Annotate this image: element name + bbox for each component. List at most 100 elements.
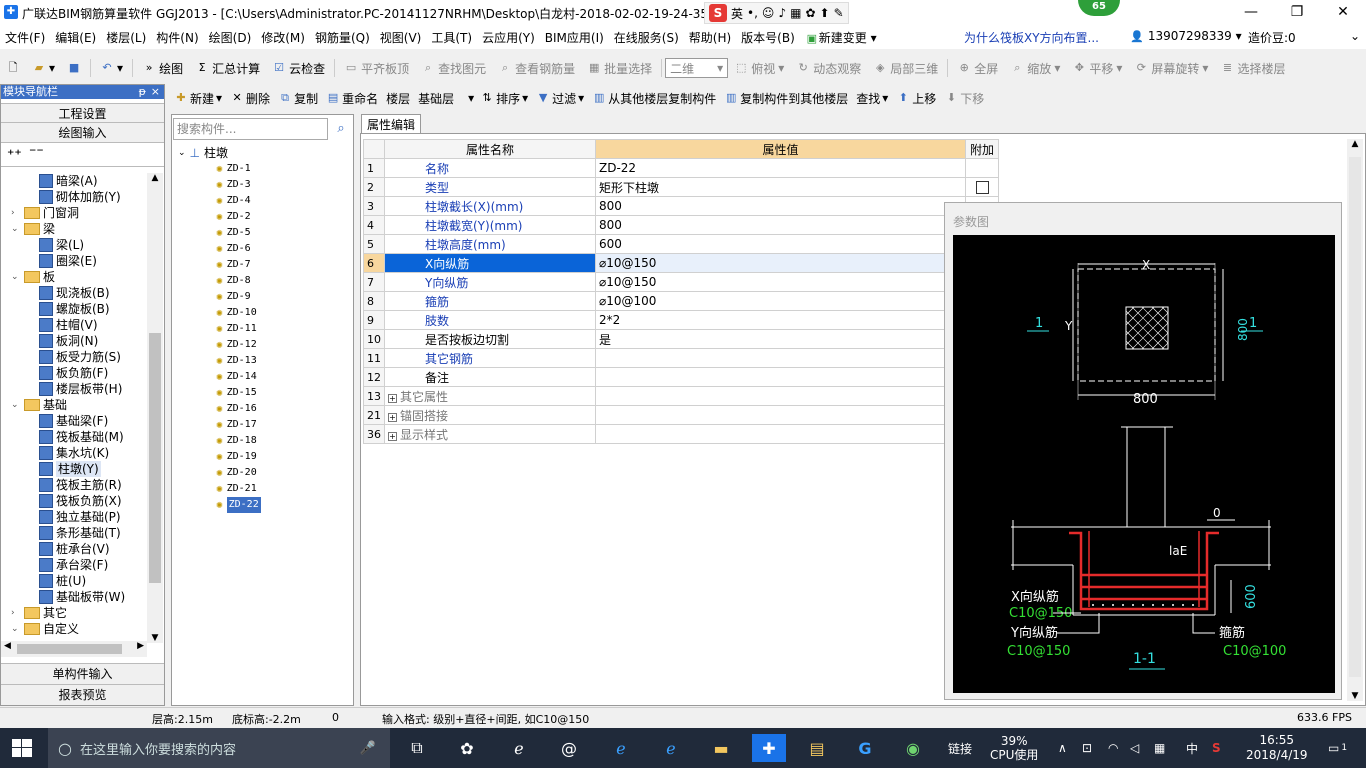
new-component-button[interactable]: ✚ 新建 ▾ (170, 90, 226, 107)
nav-tree-item[interactable]: 基础板带(W) (39, 589, 125, 605)
menu-new-change[interactable]: ▣ 新建变更 ▾ (800, 29, 882, 46)
move-up-button[interactable]: ⬆ 上移 (892, 90, 940, 107)
nav-tree-item[interactable]: 梁(L) (39, 237, 84, 253)
search-icon[interactable]: ⌕ (330, 118, 352, 140)
nav-tree-item[interactable]: 桩(U) (39, 573, 86, 589)
nav-tree-item[interactable]: 圈梁(E) (39, 253, 97, 269)
property-row[interactable]: 3 柱墩截长(X)(mm) 800 (363, 196, 999, 216)
property-row[interactable]: 13 + 其它属性 (363, 386, 999, 406)
keyboard-icon[interactable]: ▦ (790, 6, 801, 20)
nav-tree-item[interactable]: ⌄ 梁 (11, 221, 55, 237)
menu-online[interactable]: 在线服务(S) (609, 29, 684, 46)
nav-tree-item[interactable]: 筏板负筋(X) (39, 493, 122, 509)
chevron-down-icon[interactable]: ⌄ (11, 397, 21, 413)
property-value-cell[interactable]: 800 (595, 196, 966, 216)
property-value-cell[interactable] (595, 348, 966, 368)
property-row[interactable]: 36 + 显示样式 (363, 424, 999, 444)
property-value-cell[interactable] (595, 386, 966, 406)
single-input-button[interactable]: 单构件输入 (1, 663, 164, 684)
chevron-down-icon[interactable]: ⌄ (11, 269, 21, 285)
property-row[interactable]: 7 Y向纵筋 ⌀10@150 (363, 272, 999, 292)
taskbar-search-input[interactable]: ○ 在这里输入你要搜索的内容 🎤 (48, 728, 390, 768)
menu-floor[interactable]: 楼层(L) (101, 29, 151, 46)
nav-tree-item[interactable]: 柱帽(V) (39, 317, 98, 333)
report-preview-button[interactable]: 报表预览 (1, 684, 164, 705)
component-item[interactable]: ✺ ZD-3 (216, 177, 251, 193)
ime-lang[interactable]: 英 (731, 5, 743, 22)
pan-button[interactable]: ✥ 平移 ▾ (1066, 60, 1128, 77)
property-row[interactable]: 2 类型 矩形下柱墩 (363, 177, 999, 197)
component-item[interactable]: ✺ ZD-17 (216, 417, 257, 433)
chevron-down-icon[interactable]: ⌄ (178, 145, 186, 161)
file-explorer-icon[interactable]: ▬ (706, 734, 736, 762)
property-value-cell[interactable]: 2*2 (595, 310, 966, 330)
open-button[interactable]: ▰ ▾ (26, 61, 61, 75)
property-value-cell[interactable]: ⌀10@150 (595, 253, 966, 273)
nav-vscroll[interactable]: ▲ ▼ (147, 173, 163, 643)
property-row[interactable]: 11 其它钢筋 (363, 348, 999, 368)
pin-icon[interactable]: ᵽ (139, 85, 146, 99)
draw-button[interactable]: » 绘图 (136, 60, 189, 77)
nav-tree-item[interactable]: › 门窗洞 (11, 205, 79, 221)
menu-file[interactable]: 文件(F) (0, 29, 50, 46)
project-settings-button[interactable]: 工程设置 (1, 103, 164, 123)
component-item[interactable]: ✺ ZD-20 (216, 465, 257, 481)
component-item[interactable]: ✺ ZD-4 (216, 193, 251, 209)
dynamic-view-button[interactable]: ↻ 动态观察 (790, 60, 867, 77)
view-rebar-button[interactable]: ⌕ 查看钢筋量 (492, 60, 581, 77)
menu-draw[interactable]: 绘图(D) (204, 29, 257, 46)
property-row[interactable]: 5 柱墩高度(mm) 600 (363, 234, 999, 254)
menu-help[interactable]: 帮助(H) (684, 29, 736, 46)
close-button[interactable]: ✕ (1320, 0, 1366, 25)
new-file-button[interactable]: 🗋 (0, 61, 26, 75)
nav-tree-item[interactable]: › 其它 (11, 605, 67, 621)
property-value-cell[interactable]: 是 (595, 329, 966, 349)
component-item[interactable]: ✺ ZD-7 (216, 257, 251, 273)
property-scrollbar[interactable]: ▲ ▼ (1347, 139, 1363, 701)
nav-tree-item[interactable]: 筏板基础(M) (39, 429, 124, 445)
menu-bim[interactable]: BIM应用(I) (540, 29, 609, 46)
batch-select-button[interactable]: ▦ 批量选择 (581, 60, 658, 77)
property-value-cell[interactable] (595, 367, 966, 387)
rotate-button[interactable]: ⟳ 屏幕旋转 ▾ (1128, 60, 1214, 77)
property-row[interactable]: 12 备注 (363, 367, 999, 387)
component-item[interactable]: ✺ ZD-21 (216, 481, 257, 497)
component-item[interactable]: ✺ ZD-12 (216, 337, 257, 353)
menu-modify[interactable]: 修改(M) (256, 29, 310, 46)
ime-toolbar[interactable]: S 英 •, ☺ ♪ ▦ ✿ ⬆ ✎ (704, 2, 849, 24)
zoom-button[interactable]: ⌕ 缩放 ▾ (1004, 60, 1066, 77)
property-row[interactable]: 6 X向纵筋 ⌀10@150 (363, 253, 999, 273)
copy-button[interactable]: ⧉ 复制 (274, 90, 322, 107)
view-mode-select[interactable]: 二维 ▾ (665, 58, 729, 78)
find-element-button[interactable]: ⌕ 查找图元 (415, 60, 492, 77)
scroll-right-icon[interactable]: ▶ (137, 641, 144, 651)
close-icon[interactable]: × (151, 85, 160, 99)
top-view-button[interactable]: ⬚ 俯视 ▾ (728, 60, 790, 77)
nav-tree-item[interactable]: 桩承台(V) (39, 541, 110, 557)
tray-chevron-icon[interactable]: ∧ (1058, 728, 1067, 768)
property-value-cell[interactable]: 矩形下柱墩 (595, 177, 966, 197)
nav-tree-item[interactable]: 板负筋(F) (39, 365, 108, 381)
floor-select[interactable]: 基础层 ▾ (414, 90, 476, 107)
nav-tree-item[interactable]: 集水坑(K) (39, 445, 109, 461)
clock[interactable]: 16:55 2018/4/19 (1246, 728, 1308, 768)
component-item[interactable]: ✺ ZD-2 (216, 209, 251, 225)
scroll-up-icon[interactable]: ▲ (147, 173, 163, 183)
task-view-icon[interactable]: ⧉ (402, 734, 432, 762)
nav-tree-item[interactable]: 柱墩(Y) (39, 461, 101, 477)
property-value-cell[interactable]: 800 (595, 215, 966, 235)
minimize-button[interactable]: — (1228, 0, 1274, 25)
component-item[interactable]: ✺ ZD-14 (216, 369, 257, 385)
punct-icon[interactable]: •, (747, 6, 758, 20)
sogou-icon[interactable]: S (709, 4, 727, 22)
sort-button[interactable]: ⇅ 排序 ▾ (476, 90, 532, 107)
property-row[interactable]: 8 箍筋 ⌀10@100 (363, 291, 999, 311)
nav-tree-item[interactable]: 独立基础(P) (39, 509, 121, 525)
property-row[interactable]: 4 柱墩截宽(Y)(mm) 800 (363, 215, 999, 235)
copy-from-floor-button[interactable]: ▥ 从其他楼层复制构件 (588, 90, 720, 107)
nav-tree-item[interactable]: ⌄ 自定义 (11, 621, 79, 637)
spiral-app-icon[interactable]: @ (554, 734, 584, 762)
component-item[interactable]: ✺ ZD-18 (216, 433, 257, 449)
component-item[interactable]: ✺ ZD-15 (216, 385, 257, 401)
skin-icon[interactable]: ✿ (805, 6, 815, 20)
